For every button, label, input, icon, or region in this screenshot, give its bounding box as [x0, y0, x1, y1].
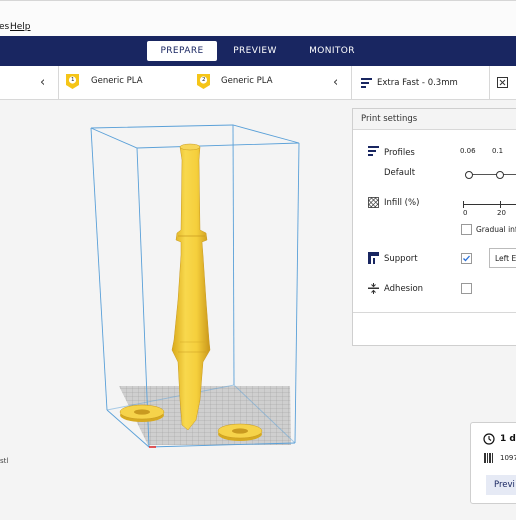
- clock-icon: [483, 433, 495, 445]
- model-ring-left[interactable]: [119, 404, 165, 422]
- profiles-label: Profiles: [384, 148, 415, 158]
- extruder-1-number: 1: [71, 77, 75, 83]
- divider: [353, 312, 516, 313]
- print-settings-header: Print settings: [353, 109, 516, 130]
- stage-bar: PREPARE PREVIEW MONITOR: [0, 36, 516, 66]
- material-length-value: 1097: [500, 454, 516, 462]
- slider-tick-handle: [465, 171, 473, 179]
- support-extruder-dropdown[interactable]: Left Ex: [489, 248, 516, 268]
- layer-tick-2: 0.1: [492, 147, 504, 155]
- support-label: Support: [384, 254, 418, 264]
- infill-slider[interactable]: [463, 201, 516, 209]
- layer-height-slider[interactable]: [465, 171, 516, 179]
- model-file-name: stl: [0, 457, 9, 465]
- adhesion-icon: [368, 283, 379, 294]
- chevron-left-icon[interactable]: ‹: [333, 75, 338, 90]
- menu-bar: es Help: [0, 0, 516, 36]
- infill-tick-20: 20: [497, 209, 506, 217]
- adhesion-checkbox[interactable]: [461, 283, 472, 294]
- slider-track: [463, 204, 516, 205]
- infill-tick-0: 0: [463, 209, 468, 217]
- profiles-icon: [368, 146, 379, 156]
- window-top-edge: [0, 0, 516, 1]
- material-spool-icon: [484, 453, 493, 463]
- extruder-1-material[interactable]: Generic PLA: [91, 76, 143, 86]
- print-time-value: 1 da: [500, 434, 516, 444]
- job-estimate-card: 1 da 1097 Previ: [470, 422, 516, 504]
- divider: [489, 66, 490, 100]
- slider-tick-handle: [496, 171, 504, 179]
- divider: [58, 66, 59, 100]
- checkmark-icon: [463, 255, 470, 262]
- support-extruder-value: Left Ex: [495, 254, 516, 263]
- infill-label: Infill (%): [384, 198, 420, 208]
- menu-help-label: Help: [10, 22, 31, 32]
- 3d-viewport[interactable]: stl: [0, 100, 352, 516]
- tab-prepare[interactable]: PREPARE: [147, 41, 217, 61]
- print-profile-label[interactable]: Extra Fast - 0.3mm: [377, 78, 458, 88]
- custom-settings-icon[interactable]: [497, 77, 508, 88]
- model-ring-right[interactable]: [217, 423, 263, 441]
- print-profile-icon: [361, 78, 372, 88]
- extruder-2-number: 2: [202, 77, 206, 83]
- gradual-infill-label: Gradual infi: [476, 225, 516, 234]
- menu-item-preferences[interactable]: es: [0, 22, 9, 32]
- print-settings-title: Print settings: [361, 114, 418, 124]
- support-checkbox[interactable]: [461, 253, 472, 264]
- tab-preview[interactable]: PREVIEW: [225, 41, 285, 61]
- extruder-bar: ‹ 1 Generic PLA 2 Generic PLA ‹ Extra Fa…: [0, 66, 516, 100]
- support-icon: [368, 252, 379, 264]
- divider: [351, 66, 352, 100]
- menu-item-help[interactable]: Help: [10, 22, 31, 32]
- adhesion-label: Adhesion: [384, 284, 424, 294]
- build-volume-scene: [90, 124, 300, 448]
- infill-icon: [368, 197, 379, 208]
- gradual-infill-checkbox[interactable]: [461, 224, 472, 235]
- profile-value[interactable]: Default: [384, 168, 415, 178]
- slider-tick: [463, 201, 464, 208]
- preview-button[interactable]: Previ: [486, 475, 516, 495]
- layer-tick-1: 0.06: [460, 147, 476, 155]
- print-settings-panel: Print settings Profiles Default 0.06 0.1…: [352, 108, 516, 346]
- tab-monitor[interactable]: MONITOR: [300, 41, 364, 61]
- slider-tick: [500, 201, 501, 208]
- chevron-left-icon[interactable]: ‹: [40, 75, 45, 90]
- extruder-2-material[interactable]: Generic PLA: [221, 76, 273, 86]
- slider-track: [468, 174, 516, 175]
